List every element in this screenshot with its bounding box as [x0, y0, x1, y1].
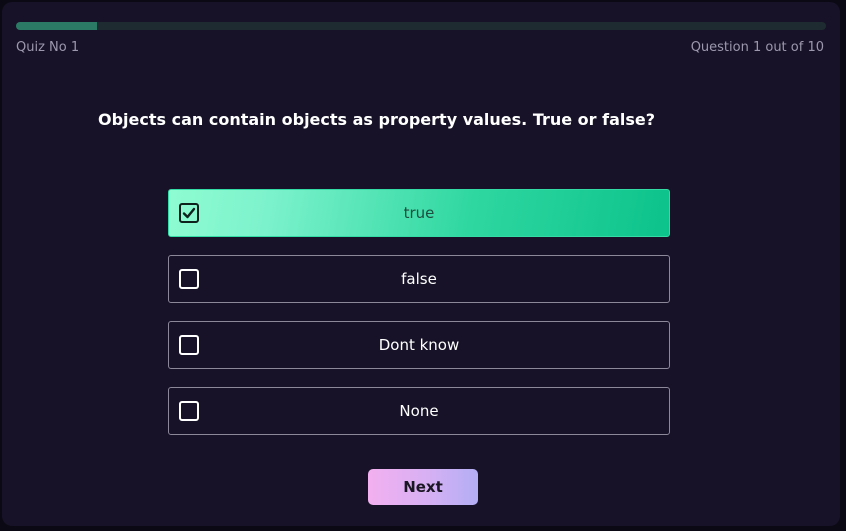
- progress-bar-fill: [16, 22, 97, 30]
- question-text: Objects can contain objects as property …: [98, 110, 656, 129]
- quiz-card: Quiz No 1 Question 1 out of 10 Objects c…: [2, 2, 840, 526]
- option-none[interactable]: None: [168, 387, 670, 435]
- next-button[interactable]: Next: [368, 469, 478, 505]
- progress-bar: [16, 22, 826, 30]
- question-counter: Question 1 out of 10: [690, 40, 824, 55]
- option-false[interactable]: false: [168, 255, 670, 303]
- quiz-label: Quiz No 1: [16, 40, 80, 55]
- option-true[interactable]: true: [168, 189, 670, 237]
- option-dont-know[interactable]: Dont know: [168, 321, 670, 369]
- option-label: None: [399, 402, 439, 420]
- option-label: false: [401, 270, 437, 288]
- option-label: true: [403, 204, 435, 222]
- option-label: Dont know: [378, 336, 460, 354]
